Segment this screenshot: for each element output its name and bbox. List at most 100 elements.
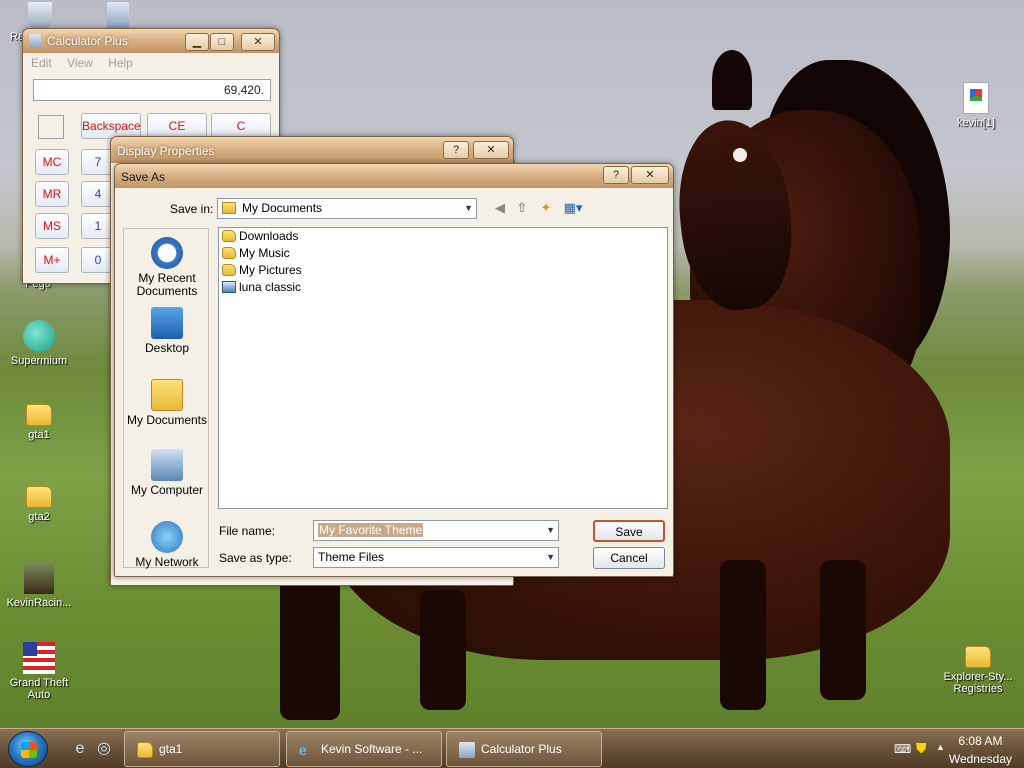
clock[interactable]: 6:08 AM Wednesday bbox=[949, 733, 1012, 767]
folder-icon bbox=[222, 230, 236, 242]
pictures-folder-icon bbox=[222, 264, 236, 276]
network-icon bbox=[151, 521, 183, 553]
mc-button[interactable]: MC bbox=[35, 149, 69, 175]
file-name: My Music bbox=[239, 246, 290, 260]
desktop-icon-label: Supermium bbox=[10, 355, 68, 367]
calculator-icon bbox=[29, 34, 41, 48]
music-folder-icon bbox=[222, 247, 236, 259]
place-my-network[interactable]: My Network bbox=[124, 521, 210, 569]
horse-leg bbox=[720, 560, 766, 710]
save-as-type-label: Save as type: bbox=[219, 551, 292, 565]
display-properties-titlebar[interactable]: Display Properties ? ✕ bbox=[111, 137, 513, 163]
save-as-titlebar[interactable]: Save As ? ✕ bbox=[115, 164, 673, 188]
list-item[interactable]: My Music bbox=[219, 245, 667, 262]
file-list[interactable]: Downloads My Music My Pictures luna clas… bbox=[218, 227, 668, 509]
save-in-dropdown[interactable]: My Documents ▼ bbox=[217, 198, 477, 219]
save-in-label: Save in: bbox=[170, 202, 214, 216]
calculator-titlebar[interactable]: Calculator Plus ▁ □ ✕ bbox=[23, 29, 279, 53]
taskbar-button-kevin-software[interactable]: e Kevin Software - ... bbox=[286, 731, 442, 767]
place-label: My Computer bbox=[130, 483, 204, 497]
ms-button[interactable]: MS bbox=[35, 213, 69, 239]
desktop-icon-gta2[interactable]: gta2 bbox=[1, 486, 77, 523]
back-icon[interactable]: ◀ bbox=[491, 199, 509, 217]
desktop-icon-label: Explorer-Sty... Registries bbox=[943, 671, 1013, 695]
cancel-button[interactable]: Cancel bbox=[593, 547, 665, 569]
desktop-icon-explorer-registries[interactable]: Explorer-Sty... Registries bbox=[936, 646, 1020, 695]
folder-icon bbox=[137, 742, 153, 758]
menu-edit[interactable]: Edit bbox=[31, 56, 52, 70]
computer-icon bbox=[151, 449, 183, 481]
tray-expand-icon[interactable]: ▲ bbox=[936, 742, 945, 752]
supermium-icon bbox=[23, 320, 55, 352]
place-desktop[interactable]: Desktop bbox=[124, 307, 210, 355]
taskbar: e ◎ gta1 e Kevin Software - ... Calculat… bbox=[0, 728, 1024, 768]
maximize-button[interactable]: □ bbox=[210, 33, 234, 51]
calculator-display: 69,420. bbox=[33, 79, 271, 101]
taskbar-button-gta1[interactable]: gta1 bbox=[124, 731, 280, 767]
save-as-type-dropdown[interactable]: Theme Files ▼ bbox=[313, 547, 559, 568]
clock-day: Wednesday bbox=[948, 752, 1012, 766]
menu-help[interactable]: Help bbox=[108, 56, 133, 70]
save-as-title: Save As bbox=[121, 170, 166, 184]
calculator-title: Calculator Plus bbox=[47, 34, 128, 48]
calculator-menubar: Edit View Help bbox=[23, 53, 279, 73]
calculator-icon bbox=[107, 2, 129, 28]
mplus-button[interactable]: M+ bbox=[35, 247, 69, 273]
desktop-icon-label: gta1 bbox=[28, 429, 50, 441]
security-shield-icon[interactable]: ⛊ bbox=[916, 740, 927, 757]
file-name: luna classic bbox=[239, 280, 302, 294]
folder-icon bbox=[26, 404, 52, 426]
horse-ear bbox=[712, 50, 752, 110]
desktop-icon-label: gta2 bbox=[28, 511, 50, 523]
clock-time: 6:08 AM bbox=[958, 734, 1003, 748]
horse-leg bbox=[820, 560, 866, 700]
menu-view[interactable]: View bbox=[67, 56, 93, 70]
task-label: Kevin Software - ... bbox=[321, 742, 423, 756]
explorer-quicklaunch-icon[interactable]: ◎ bbox=[94, 739, 114, 759]
desktop-icon-label: KevinRacin... bbox=[6, 597, 72, 609]
taskbar-button-calculator[interactable]: Calculator Plus bbox=[446, 731, 602, 767]
place-label: My Documents bbox=[126, 413, 208, 427]
flag-icon bbox=[23, 642, 55, 674]
place-my-documents[interactable]: My Documents bbox=[124, 379, 210, 427]
file-name-field[interactable]: My Favorite Theme ▼ bbox=[313, 520, 559, 541]
close-button[interactable]: ✕ bbox=[241, 33, 275, 51]
desktop-icon-kevinracing[interactable]: KevinRacin... bbox=[1, 562, 77, 609]
desktop-icon bbox=[151, 307, 183, 339]
new-folder-icon[interactable]: ✦ bbox=[537, 199, 555, 217]
chevron-down-icon: ▼ bbox=[464, 203, 473, 213]
file-name-value: My Favorite Theme bbox=[318, 523, 424, 537]
place-my-computer[interactable]: My Computer bbox=[124, 449, 210, 497]
desktop-icon-kevin[interactable]: kevin[1] bbox=[938, 82, 1014, 129]
up-folder-icon[interactable]: ⇧ bbox=[513, 199, 531, 217]
chevron-down-icon: ▼ bbox=[546, 525, 555, 535]
documents-folder-icon bbox=[151, 379, 183, 411]
close-button[interactable]: ✕ bbox=[631, 166, 669, 184]
keyboard-icon[interactable]: ⌨ bbox=[894, 742, 911, 756]
folder-icon bbox=[222, 202, 236, 214]
place-recent-documents[interactable]: My Recent Documents bbox=[124, 237, 210, 298]
help-button[interactable]: ? bbox=[443, 141, 469, 159]
internet-explorer-icon: e bbox=[299, 742, 307, 758]
start-button[interactable] bbox=[8, 731, 48, 767]
place-label: My Recent Documents bbox=[136, 271, 198, 298]
mr-button[interactable]: MR bbox=[35, 181, 69, 207]
close-button[interactable]: ✕ bbox=[473, 141, 509, 159]
list-item[interactable]: My Pictures bbox=[219, 262, 667, 279]
save-button[interactable]: Save bbox=[593, 520, 665, 542]
desktop-icon-label: kevin[1] bbox=[957, 117, 995, 129]
display-properties-title: Display Properties bbox=[117, 144, 215, 158]
desktop-icon-calculator[interactable] bbox=[80, 2, 156, 31]
place-label: Desktop bbox=[144, 341, 190, 355]
views-menu-icon[interactable]: ▦▾ bbox=[561, 199, 585, 217]
desktop-icon-supermium[interactable]: Supermium bbox=[1, 320, 77, 367]
minimize-button[interactable]: ▁ bbox=[185, 33, 209, 51]
file-name: Downloads bbox=[239, 229, 299, 243]
file-name: My Pictures bbox=[239, 263, 302, 277]
list-item[interactable]: luna classic bbox=[219, 279, 667, 296]
help-button[interactable]: ? bbox=[603, 166, 629, 184]
desktop-icon-gta[interactable]: Grand Theft Auto bbox=[1, 642, 77, 701]
desktop-icon-gta1[interactable]: gta1 bbox=[1, 404, 77, 441]
internet-explorer-icon[interactable]: e bbox=[70, 739, 90, 759]
list-item[interactable]: Downloads bbox=[219, 228, 667, 245]
